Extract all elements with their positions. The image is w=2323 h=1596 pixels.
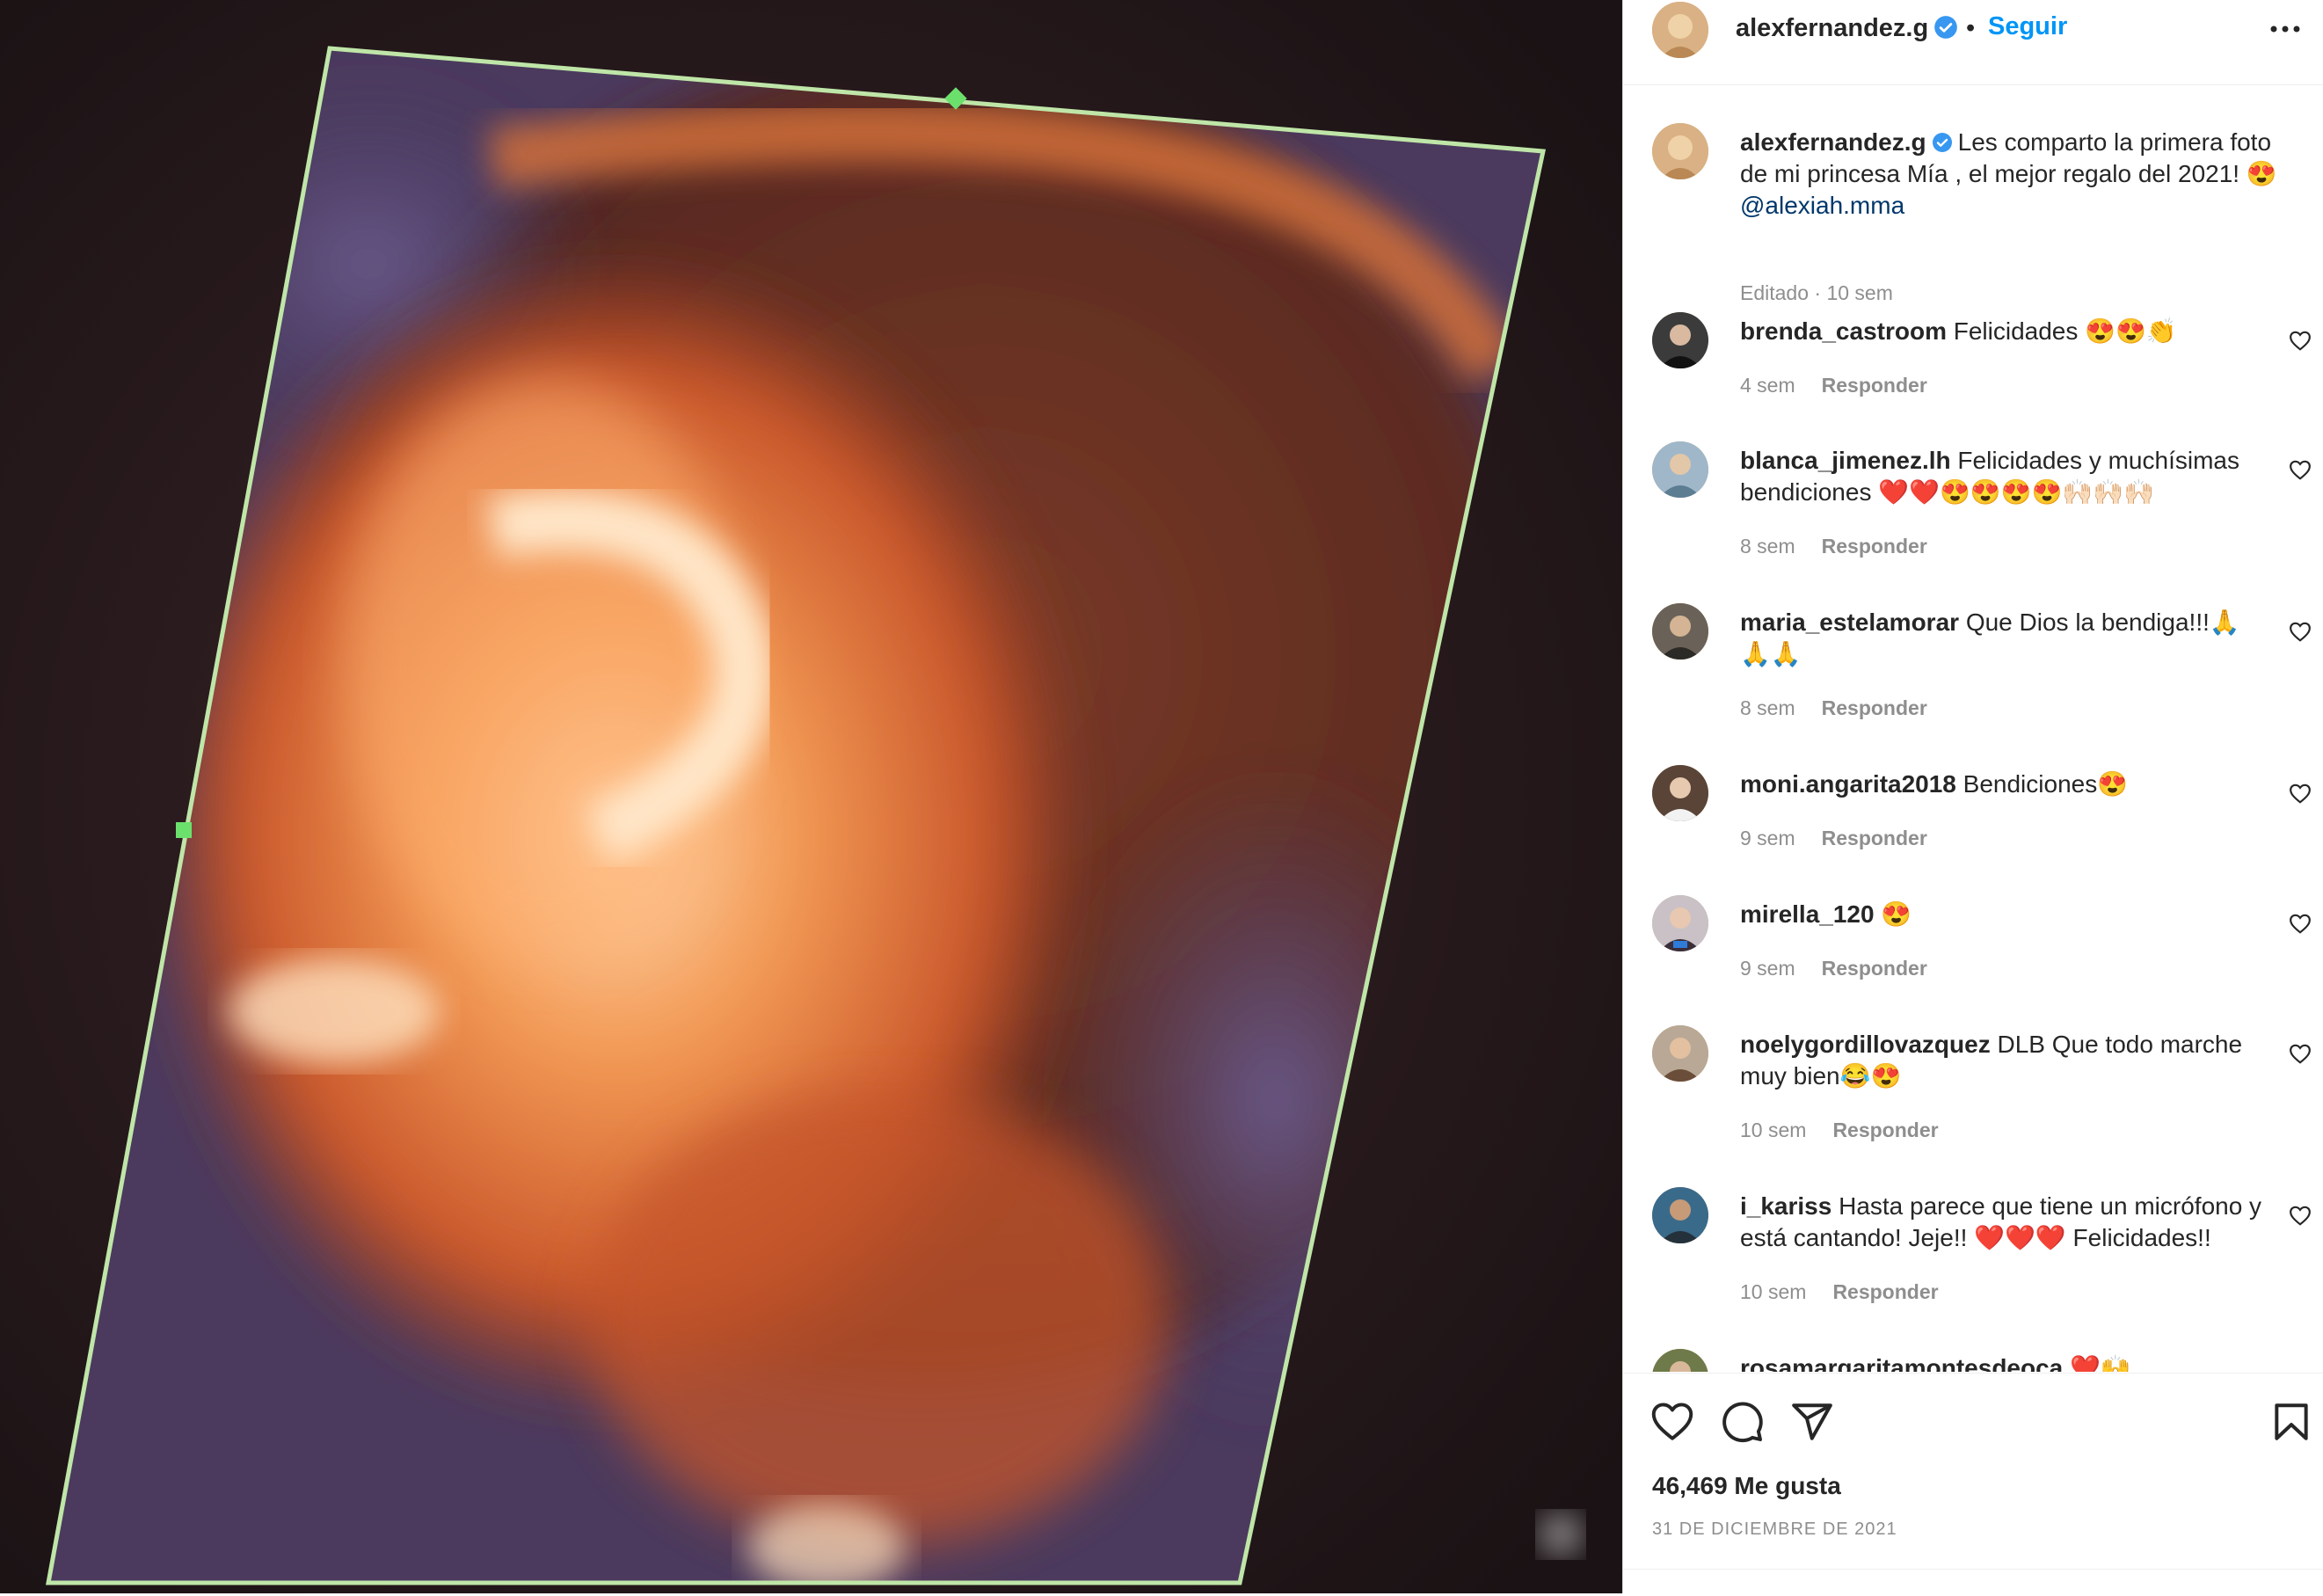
comments-list[interactable]: alexfernandez.g Les comparto la primera f… [1623, 85, 2323, 1372]
comment-meta: 9 sem Responder [1740, 957, 1927, 980]
comment-avatar[interactable] [1652, 603, 1708, 660]
post-actions: 46,469 Me gusta 31 DE DICIEMBRE DE 2021 [1623, 1373, 2323, 1594]
comment-avatar[interactable] [1652, 895, 1708, 951]
comment-like-heart-icon[interactable] [2289, 913, 2312, 934]
comment-avatar[interactable] [1652, 1025, 1708, 1082]
comment-time: 9 sem [1740, 957, 1795, 980]
comment-meta: 8 sem Responder [1740, 535, 1927, 558]
comment-text: brenda_castroom Felicidades 😍😍👏 [1740, 316, 2268, 347]
share-icon[interactable] [1790, 1400, 1834, 1444]
add-comment-bar [1623, 1569, 2323, 1596]
caption-mention[interactable]: @alexiah.mma [1740, 192, 1904, 219]
bookmark-icon[interactable] [2269, 1400, 2313, 1444]
comment-username[interactable]: mirella_120 [1740, 900, 1875, 928]
likes-count[interactable]: 46,469 Me gusta [1652, 1472, 1841, 1500]
reply-button[interactable]: Responder [1822, 535, 1927, 558]
comment-time: 4 sem [1740, 374, 1795, 397]
header-separator: • [1966, 14, 1976, 42]
author-username[interactable]: alexfernandez.g [1736, 14, 1958, 43]
comment-like-heart-icon[interactable] [2289, 1205, 2312, 1226]
comment-icon[interactable] [1721, 1400, 1765, 1444]
comment-like-heart-icon[interactable] [2289, 783, 2312, 804]
comment-text: maria_estelamorar Que Dios la bendiga!!!… [1740, 607, 2268, 670]
comment-avatar[interactable] [1652, 765, 1708, 821]
comment-text: blanca_jimenez.lh Felicidades y muchísim… [1740, 445, 2268, 508]
comment-time: 8 sem [1740, 535, 1795, 558]
comment-username[interactable]: maria_estelamorar [1740, 609, 1959, 636]
more-options-icon[interactable] [2268, 16, 2303, 42]
comment-meta: 9 sem Responder [1740, 827, 1927, 850]
heart-icon[interactable] [1650, 1400, 1694, 1444]
reply-button[interactable]: Responder [1822, 374, 1927, 397]
reply-button[interactable]: Responder [1822, 696, 1927, 719]
follow-button[interactable]: Seguir [1988, 12, 2067, 41]
comment-avatar[interactable] [1652, 1187, 1708, 1243]
caption-text: alexfernandez.g Les comparto la primera f… [1740, 127, 2303, 222]
author-username-text[interactable]: alexfernandez.g [1736, 14, 1928, 42]
comment-username[interactable]: brenda_castroom [1740, 317, 1947, 345]
comment-username[interactable]: blanca_jimenez.lh [1740, 447, 1951, 474]
reply-button[interactable]: Responder [1832, 1280, 1938, 1303]
reply-button[interactable]: Responder [1822, 957, 1927, 980]
comment-username[interactable]: noelygordillovazquez [1740, 1031, 1991, 1058]
post-header: alexfernandez.g • Seguir [1623, 0, 2323, 85]
comment-text: i_kariss Hasta parece que tiene un micró… [1740, 1191, 2268, 1254]
comment-body: 😍 [1881, 900, 1912, 928]
comment-text: noelygordillovazquez DLB Que todo marche… [1740, 1029, 2268, 1092]
caption-meta: Editado · 10 sem [1740, 281, 1893, 304]
ultrasound-image [0, 0, 1622, 1593]
comment-meta: 10 sem Responder [1740, 1280, 1939, 1304]
comment-avatar[interactable] [1652, 1349, 1708, 1372]
caption-avatar[interactable] [1652, 123, 1708, 179]
comment-time: 10 sem [1740, 1119, 1807, 1141]
comment-like-heart-icon[interactable] [2289, 330, 2312, 351]
comment-time: 9 sem [1740, 827, 1795, 849]
comment-time: 8 sem [1740, 696, 1795, 719]
comment-body: ❤️🙌 [2070, 1354, 2131, 1372]
comment-avatar[interactable] [1652, 312, 1708, 368]
comment-body: Bendiciones😍 [1963, 770, 2129, 798]
reply-button[interactable]: Responder [1822, 827, 1927, 849]
comment-text: rosamargaritamontesdeoca ❤️🙌 [1740, 1352, 2268, 1372]
comment-like-heart-icon[interactable] [2289, 621, 2312, 642]
comment-text: moni.angarita2018 Bendiciones😍 [1740, 769, 2268, 800]
comment-username[interactable]: rosamargaritamontesdeoca [1740, 1354, 2063, 1372]
verified-badge-icon [1932, 133, 1952, 152]
comment-username[interactable]: i_kariss [1740, 1192, 1831, 1220]
comment-meta: 10 sem Responder [1740, 1119, 1939, 1142]
comment-text: mirella_120 😍 [1740, 899, 2268, 930]
author-avatar[interactable] [1652, 2, 1708, 58]
comment-body: Felicidades 😍😍👏 [1953, 317, 2177, 345]
post-date: 31 DE DICIEMBRE DE 2021 [1652, 1519, 1897, 1539]
verified-badge-icon [1934, 16, 1958, 39]
post-image[interactable] [0, 0, 1622, 1593]
reply-button[interactable]: Responder [1832, 1119, 1938, 1141]
comment-avatar[interactable] [1652, 441, 1708, 498]
post-details-panel: alexfernandez.g • Seguir alexfernandez.g… [1622, 0, 2323, 1594]
comment-time: 10 sem [1740, 1280, 1807, 1303]
comment-username[interactable]: moni.angarita2018 [1740, 770, 1956, 798]
caption-username[interactable]: alexfernandez.g [1740, 128, 1926, 156]
comment-like-heart-icon[interactable] [2289, 1043, 2312, 1064]
comment-like-heart-icon[interactable] [2289, 459, 2312, 480]
comment-meta: 8 sem Responder [1740, 696, 1927, 720]
comment-meta: 4 sem Responder [1740, 374, 1927, 397]
